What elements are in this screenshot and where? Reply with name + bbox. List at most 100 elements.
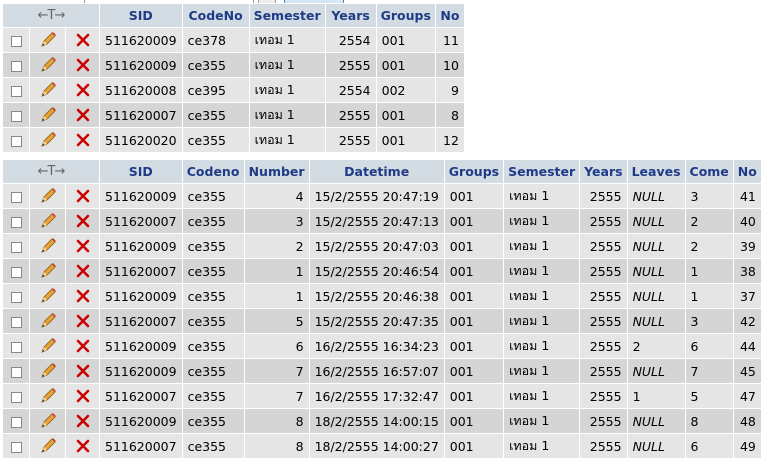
- col-header-come[interactable]: Come: [685, 160, 733, 183]
- table-row[interactable]: 511620009 ce355 8 18/2/2555 14:00:15 001 เทอม…: [3, 409, 761, 433]
- table-row[interactable]: 511620007 ce355 5 15/2/2555 20:47:35 001 เทอม…: [3, 309, 761, 333]
- col-header-leaves[interactable]: Leaves: [627, 160, 685, 183]
- pencil-icon[interactable]: [39, 187, 57, 205]
- checkbox[interactable]: [10, 191, 22, 203]
- col-header-no[interactable]: No: [435, 4, 464, 27]
- pencil-icon[interactable]: [39, 31, 57, 49]
- table-row[interactable]: 511620007 ce355 3 15/2/2555 20:47:13 001 เทอม…: [3, 209, 761, 233]
- edit-row-button[interactable]: [30, 78, 66, 102]
- edit-row-button[interactable]: [30, 209, 66, 233]
- pencil-icon[interactable]: [39, 412, 57, 430]
- edit-row-button[interactable]: [30, 384, 66, 408]
- delete-x-icon[interactable]: [75, 413, 91, 429]
- checkbox[interactable]: [10, 416, 22, 428]
- edit-row-button[interactable]: [30, 309, 66, 333]
- table-row[interactable]: 511620009 ce355 6 16/2/2555 16:34:23 001 เทอม…: [3, 334, 761, 358]
- column-arrows[interactable]: ←T→: [3, 160, 99, 183]
- col-header-sid[interactable]: SID: [100, 160, 182, 183]
- table-row[interactable]: 511620009 ce378 เทอม 1 2554 001 11: [3, 28, 464, 52]
- delete-x-icon[interactable]: [75, 188, 91, 204]
- table-row[interactable]: 511620007 ce355 7 16/2/2555 17:32:47 001 เทอม…: [3, 384, 761, 408]
- delete-row-button[interactable]: [66, 28, 99, 52]
- delete-row-button[interactable]: [66, 359, 99, 383]
- delete-row-button[interactable]: [66, 409, 99, 433]
- pencil-icon[interactable]: [39, 362, 57, 380]
- delete-row-button[interactable]: [66, 309, 99, 333]
- checkbox[interactable]: [10, 241, 22, 253]
- delete-row-button[interactable]: [66, 259, 99, 283]
- edit-row-button[interactable]: [30, 234, 66, 258]
- delete-x-icon[interactable]: [75, 313, 91, 329]
- row-select-checkbox[interactable]: [3, 359, 30, 383]
- col-header-codeno[interactable]: Codeno: [182, 160, 244, 183]
- row-select-checkbox[interactable]: [3, 409, 30, 433]
- delete-row-button[interactable]: [66, 234, 99, 258]
- delete-row-button[interactable]: [66, 103, 99, 127]
- col-header-groups[interactable]: Groups: [444, 160, 504, 183]
- delete-x-icon[interactable]: [75, 338, 91, 354]
- table-row[interactable]: 511620007 ce355 8 18/2/2555 14:00:27 001 เทอม…: [3, 434, 761, 458]
- col-header-years[interactable]: Years: [325, 4, 376, 27]
- edit-row-button[interactable]: [30, 409, 66, 433]
- row-select-checkbox[interactable]: [3, 309, 30, 333]
- pencil-icon[interactable]: [39, 81, 57, 99]
- pencil-icon[interactable]: [39, 312, 57, 330]
- delete-row-button[interactable]: [66, 78, 99, 102]
- table-row[interactable]: 511620009 ce355 2 15/2/2555 20:47:03 001 เทอม…: [3, 234, 761, 258]
- edit-row-button[interactable]: [30, 103, 66, 127]
- checkbox[interactable]: [10, 316, 22, 328]
- delete-row-button[interactable]: [66, 53, 99, 77]
- row-select-checkbox[interactable]: [3, 434, 30, 458]
- delete-x-icon[interactable]: [75, 438, 91, 454]
- table-row[interactable]: 511620009 ce355 เทอม 1 2555 001 10: [3, 53, 464, 77]
- edit-row-button[interactable]: [30, 28, 66, 52]
- row-select-checkbox[interactable]: [3, 284, 30, 308]
- checkbox[interactable]: [10, 35, 22, 47]
- edit-row-button[interactable]: [30, 434, 66, 458]
- col-header-codeno[interactable]: CodeNo: [182, 4, 249, 27]
- delete-x-icon[interactable]: [75, 82, 91, 98]
- row-select-checkbox[interactable]: [3, 334, 30, 358]
- row-select-checkbox[interactable]: [3, 103, 30, 127]
- pencil-icon[interactable]: [39, 212, 57, 230]
- delete-row-button[interactable]: [66, 334, 99, 358]
- table-row[interactable]: 511620008 ce395 เทอม 1 2554 002 9: [3, 78, 464, 102]
- col-header-no[interactable]: No: [733, 160, 761, 183]
- column-arrows[interactable]: ←T→: [3, 4, 99, 27]
- delete-x-icon[interactable]: [75, 288, 91, 304]
- delete-row-button[interactable]: [66, 209, 99, 233]
- pencil-icon[interactable]: [39, 106, 57, 124]
- table-row[interactable]: 511620009 ce355 4 15/2/2555 20:47:19 001 เทอม…: [3, 184, 761, 208]
- delete-x-icon[interactable]: [75, 263, 91, 279]
- row-select-checkbox[interactable]: [3, 128, 30, 152]
- col-header-years[interactable]: Years: [580, 160, 627, 183]
- delete-row-button[interactable]: [66, 184, 99, 208]
- checkbox[interactable]: [10, 110, 22, 122]
- checkbox[interactable]: [10, 266, 22, 278]
- pencil-icon[interactable]: [39, 337, 57, 355]
- delete-row-button[interactable]: [66, 128, 99, 152]
- row-select-checkbox[interactable]: [3, 209, 30, 233]
- pencil-icon[interactable]: [39, 237, 57, 255]
- checkbox[interactable]: [10, 60, 22, 72]
- delete-x-icon[interactable]: [75, 57, 91, 73]
- pencil-icon[interactable]: [39, 387, 57, 405]
- checkbox[interactable]: [10, 391, 22, 403]
- col-header-semester[interactable]: Semester: [249, 4, 325, 27]
- edit-row-button[interactable]: [30, 184, 66, 208]
- delete-x-icon[interactable]: [75, 213, 91, 229]
- col-header-sid[interactable]: SID: [100, 4, 182, 27]
- edit-row-button[interactable]: [30, 128, 66, 152]
- pencil-icon[interactable]: [39, 437, 57, 455]
- table-row[interactable]: 511620009 ce355 7 16/2/2555 16:57:07 001 เทอม…: [3, 359, 761, 383]
- checkbox[interactable]: [10, 341, 22, 353]
- table-row[interactable]: 511620009 ce355 1 15/2/2555 20:46:38 001 เทอม…: [3, 284, 761, 308]
- row-select-checkbox[interactable]: [3, 234, 30, 258]
- edit-row-button[interactable]: [30, 284, 66, 308]
- edit-row-button[interactable]: [30, 259, 66, 283]
- col-header-groups[interactable]: Groups: [376, 4, 435, 27]
- table-row[interactable]: 511620007 ce355 เทอม 1 2555 001 8: [3, 103, 464, 127]
- checkbox[interactable]: [10, 135, 22, 147]
- pencil-icon[interactable]: [39, 287, 57, 305]
- table-row[interactable]: 511620007 ce355 1 15/2/2555 20:46:54 001 เทอม…: [3, 259, 761, 283]
